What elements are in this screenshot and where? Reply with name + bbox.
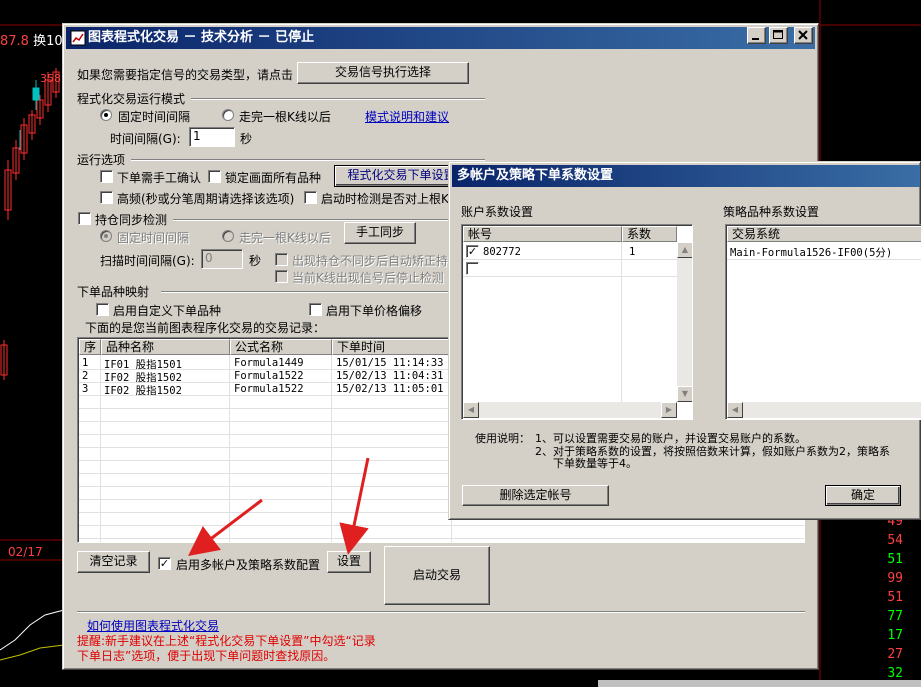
multi-account-dialog: 多帐户及策略下单系数设置 账户系数设置 帐号 系数 ✓ 802772 1 ▲ ▼ ◀… (448, 161, 921, 520)
col-header-system[interactable]: 交易系统 (727, 226, 921, 242)
account-number: 802772 (483, 246, 521, 258)
row-divider (463, 276, 677, 277)
strategy-hscroll[interactable]: ◀ (727, 402, 921, 418)
account-vscroll[interactable]: ▲ ▼ (677, 242, 692, 402)
strategy-group-label: 策略品种系数设置 (723, 205, 820, 219)
usage-label: 使用说明： (475, 432, 530, 445)
arrow-to-checkbox (188, 498, 263, 557)
dialog-titlebar[interactable]: 多帐户及策略下单系数设置 (452, 165, 920, 187)
scroll-down-icon[interactable]: ▼ (677, 386, 692, 402)
account-checkbox[interactable] (466, 262, 479, 275)
account-factor[interactable]: 1 (629, 246, 635, 258)
account-group-label: 账户系数设置 (461, 205, 534, 219)
dialog-title: 多帐户及策略下单系数设置 (457, 168, 614, 183)
col-header-account[interactable]: 帐号 (463, 226, 622, 242)
scroll-left-icon[interactable]: ◀ (727, 402, 743, 418)
strategy-list[interactable]: 交易系统 Main-Formula1526-IF00(5分) ◀ (725, 224, 921, 420)
row-divider (463, 259, 677, 260)
account-hscroll[interactable]: ◀ ▶ (463, 402, 677, 418)
account-list[interactable]: 帐号 系数 ✓ 802772 1 ▲ ▼ ◀ ▶ (461, 224, 693, 420)
account-checkbox[interactable]: ✓ (466, 245, 479, 258)
delete-account-button[interactable]: 删除选定帐号 (462, 485, 609, 506)
strategy-item[interactable]: Main-Formula1526-IF00(5分) (730, 245, 892, 260)
usage-line-3: 下单数量等于4。 (553, 457, 637, 470)
scroll-right-icon[interactable]: ▶ (661, 402, 677, 418)
col-divider (621, 242, 622, 402)
ok-button[interactable]: 确定 (825, 485, 901, 506)
arrow-to-settings (339, 457, 370, 555)
scroll-up-icon[interactable]: ▲ (677, 242, 692, 258)
col-header-factor[interactable]: 系数 (622, 226, 677, 242)
scroll-left-icon[interactable]: ◀ (463, 402, 479, 418)
